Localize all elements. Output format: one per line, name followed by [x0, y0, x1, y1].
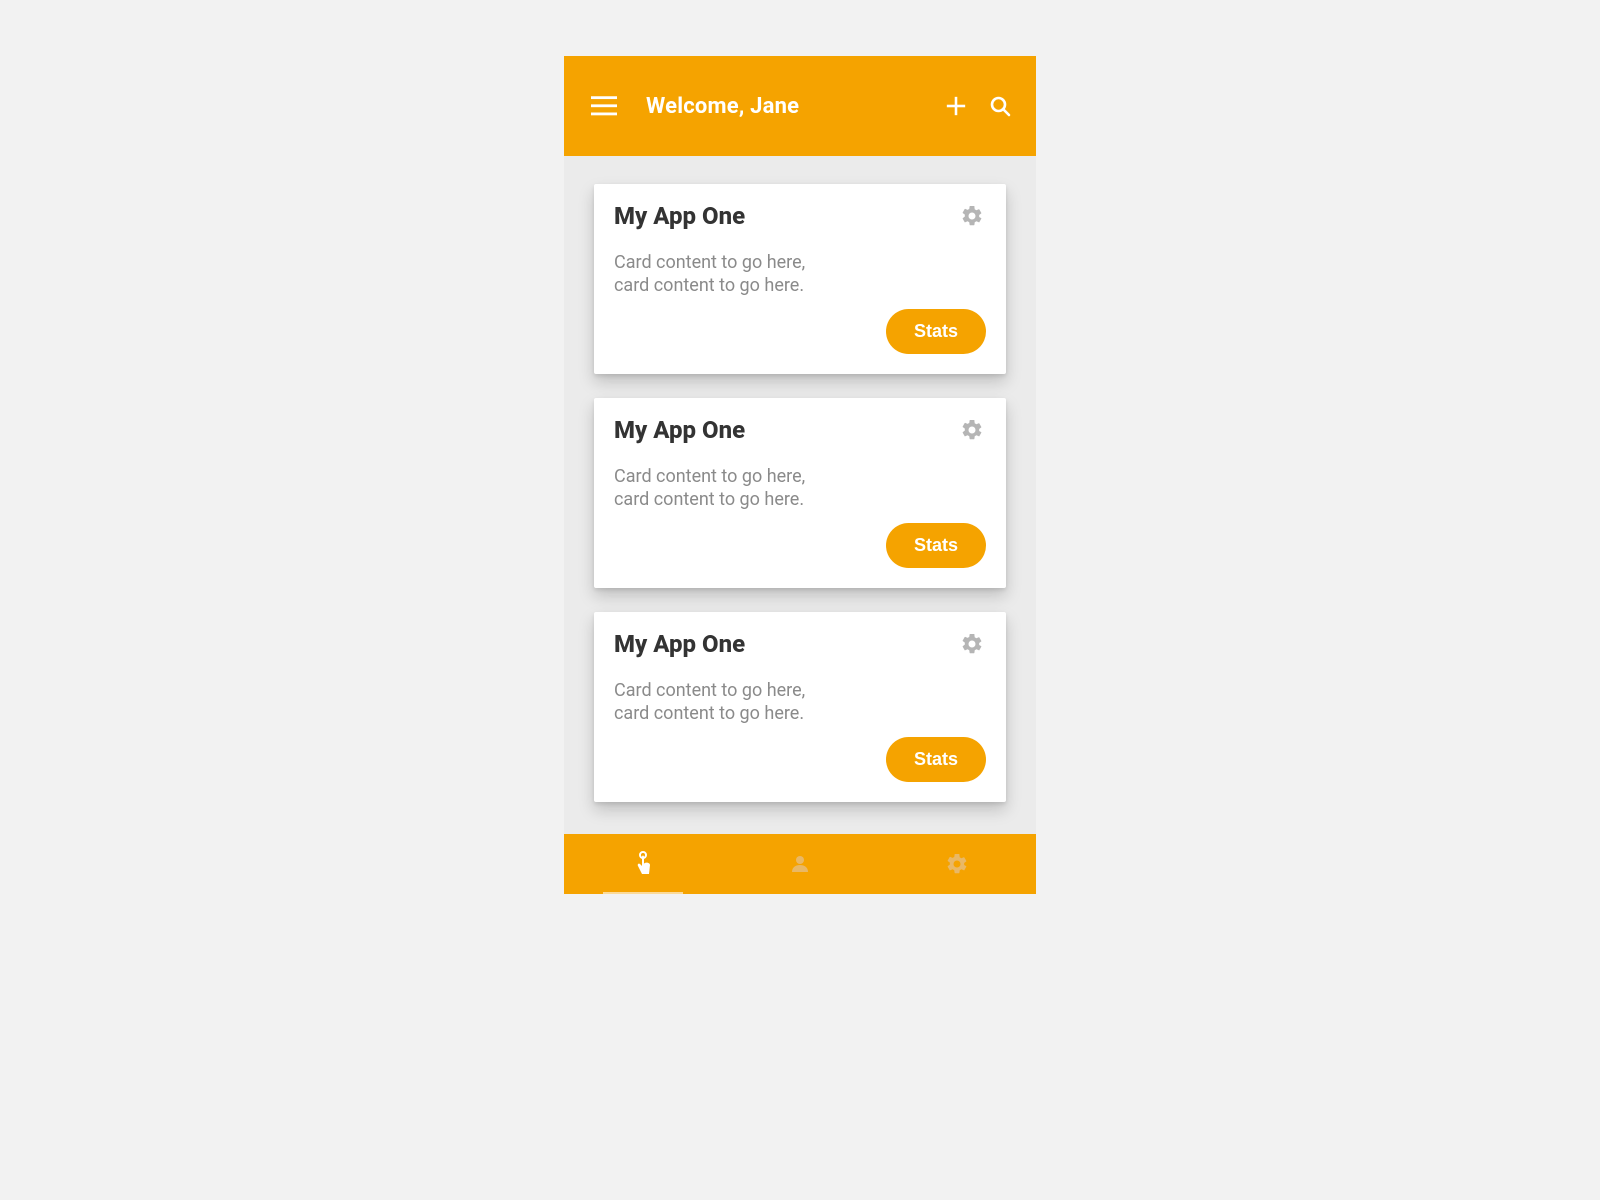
- card-title: My App One: [614, 630, 745, 658]
- stats-button[interactable]: Stats: [886, 309, 986, 354]
- gear-icon: [960, 632, 984, 656]
- card-header: My App One: [614, 202, 986, 230]
- card-body-line: card content to go here.: [614, 275, 986, 298]
- nav-settings[interactable]: [937, 844, 977, 884]
- stats-button[interactable]: Stats: [886, 523, 986, 568]
- person-icon: [788, 852, 812, 876]
- card-title: My App One: [614, 202, 745, 230]
- nav-active-indicator: [603, 892, 683, 894]
- card-settings-button[interactable]: [958, 416, 986, 444]
- search-button[interactable]: [984, 90, 1016, 122]
- bottom-nav: [564, 834, 1036, 894]
- app-card: My App One Card content to go here, card…: [594, 612, 1006, 802]
- card-body: Card content to go here, card content to…: [614, 252, 986, 297]
- card-settings-button[interactable]: [958, 202, 986, 230]
- card-header: My App One: [614, 630, 986, 658]
- card-body: Card content to go here, card content to…: [614, 680, 986, 725]
- card-body-line: card content to go here.: [614, 489, 986, 512]
- search-icon: [988, 94, 1012, 118]
- app-bar: Welcome, Jane: [564, 56, 1036, 156]
- nav-touch[interactable]: [623, 844, 663, 884]
- card-footer: Stats: [614, 309, 986, 354]
- card-body-line: Card content to go here,: [614, 680, 986, 703]
- gear-icon: [960, 204, 984, 228]
- card-list: My App One Card content to go here, card…: [564, 156, 1036, 834]
- stats-button[interactable]: Stats: [886, 737, 986, 782]
- card-body-line: Card content to go here,: [614, 252, 986, 275]
- gear-icon: [960, 418, 984, 442]
- card-settings-button[interactable]: [958, 630, 986, 658]
- card-title: My App One: [614, 416, 745, 444]
- card-body-line: card content to go here.: [614, 703, 986, 726]
- card-footer: Stats: [614, 523, 986, 568]
- nav-profile[interactable]: [780, 844, 820, 884]
- menu-icon: [591, 96, 617, 116]
- card-body-line: Card content to go here,: [614, 466, 986, 489]
- card-body: Card content to go here, card content to…: [614, 466, 986, 511]
- card-header: My App One: [614, 416, 986, 444]
- plus-icon: [945, 95, 967, 117]
- gear-icon: [945, 852, 969, 876]
- app-card: My App One Card content to go here, card…: [594, 398, 1006, 588]
- menu-button[interactable]: [588, 90, 620, 122]
- page-title: Welcome, Jane: [646, 94, 940, 119]
- touch-icon: [631, 850, 655, 878]
- card-footer: Stats: [614, 737, 986, 782]
- mobile-frame: Welcome, Jane My App One: [564, 56, 1036, 894]
- app-card: My App One Card content to go here, card…: [594, 184, 1006, 374]
- add-button[interactable]: [940, 90, 972, 122]
